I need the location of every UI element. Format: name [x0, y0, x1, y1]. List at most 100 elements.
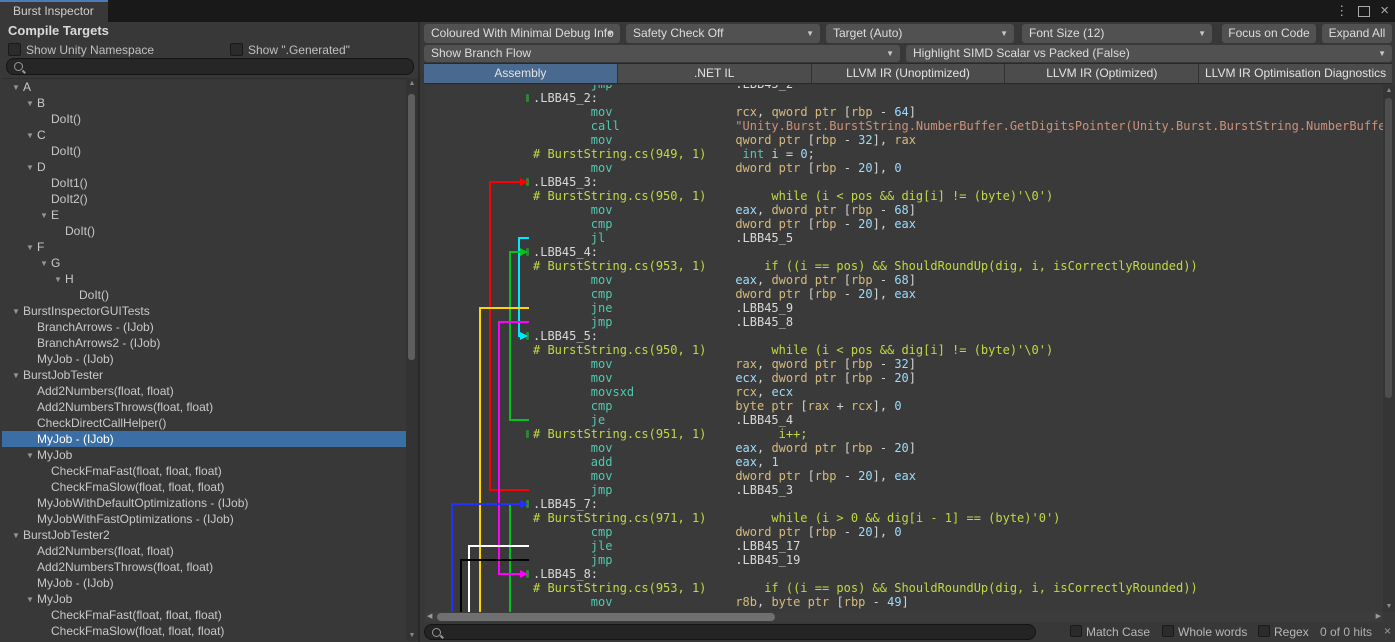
expander-icon[interactable]: ▼ — [54, 272, 65, 288]
tab-llvm-ir-optimisation-diagnostics[interactable]: LLVM IR Optimisation Diagnostics — [1199, 64, 1392, 83]
expander-icon[interactable]: ▼ — [26, 96, 37, 112]
tree-item[interactable]: ▼MyJob — [2, 591, 406, 607]
tree-item[interactable]: ▼BurstJobTester2 — [2, 527, 406, 543]
tree-item[interactable]: ▼MyJob — [2, 447, 406, 463]
tree-item-label: MyJob - (IJob) — [37, 352, 114, 366]
expander-icon[interactable]: ▼ — [26, 128, 37, 144]
tree-item[interactable]: BranchArrows2 - (IJob) — [2, 335, 406, 351]
code-vscrollbar[interactable]: ▲ ▼ — [1383, 85, 1395, 612]
tree-item[interactable]: MyJobWithFastOptimizations - (IJob) — [2, 511, 406, 527]
tree-item[interactable]: Add2NumbersThrows(float, float) — [2, 399, 406, 415]
branch-arrow-head — [520, 332, 528, 340]
code-search-field[interactable] — [424, 624, 1036, 640]
tree-item[interactable]: MyJob - (IJob) — [2, 351, 406, 367]
scroll-down-icon[interactable]: ▼ — [406, 632, 418, 639]
expander-icon[interactable]: ▼ — [26, 592, 37, 608]
tree-scrollbar[interactable]: ▲ ▼ — [406, 78, 418, 641]
expander-icon[interactable]: ▼ — [26, 240, 37, 256]
code-hscrollbar[interactable]: ◀ ▶ — [425, 612, 1383, 622]
tree-item-label: MyJobWithDefaultOptimizations - (IJob) — [37, 496, 248, 510]
expand-all-button[interactable]: Expand All — [1322, 24, 1392, 43]
match-case-checkbox[interactable] — [1070, 625, 1082, 637]
tree-scrollbar-thumb[interactable] — [408, 94, 415, 360]
tree-item[interactable]: DoIt2() — [2, 191, 406, 207]
tree-item[interactable]: CheckFmaSlow(float, float, float) — [2, 623, 406, 639]
expander-icon[interactable]: ▼ — [12, 528, 23, 544]
scroll-left-icon[interactable]: ◀ — [427, 612, 432, 622]
tree-item[interactable]: ▼G — [2, 255, 406, 271]
assembly-code-view[interactable]: jmp .LBB45_2.LBB45_2: mov rcx, qword ptr… — [425, 85, 1383, 612]
debug-info-dropdown[interactable]: Coloured With Minimal Debug Info▼ — [424, 24, 620, 43]
scroll-right-icon[interactable]: ▶ — [1376, 612, 1381, 622]
tab-llvm-ir-optimized-[interactable]: LLVM IR (Optimized) — [1005, 64, 1199, 83]
font-size-dropdown[interactable]: Font Size (12)▼ — [1022, 24, 1212, 43]
tree-item[interactable]: CheckFmaFast(float, float, float) — [2, 607, 406, 623]
show-unity-namespace-checkbox[interactable] — [8, 43, 21, 56]
branch-arrow-segment — [479, 307, 481, 612]
focus-on-code-button[interactable]: Focus on Code — [1222, 24, 1316, 43]
tree-item[interactable]: CheckFmaFast(float, float, float) — [2, 463, 406, 479]
tree-item[interactable]: DoIt() — [2, 223, 406, 239]
tree-item[interactable]: DoIt1() — [2, 175, 406, 191]
targets-search-field[interactable] — [6, 58, 414, 75]
expander-icon[interactable]: ▼ — [26, 160, 37, 176]
branch-arrow-segment — [499, 321, 529, 323]
tree-item[interactable]: ▼C — [2, 127, 406, 143]
tree-item[interactable]: MyJob - (IJob) — [2, 575, 406, 591]
tree-item[interactable]: ▼F — [2, 239, 406, 255]
tree-item[interactable]: ▼B — [2, 95, 406, 111]
scroll-up-icon[interactable]: ▲ — [1383, 87, 1395, 94]
tab--net-il[interactable]: .NET IL — [618, 64, 812, 83]
tree-item[interactable]: BranchArrows - (IJob) — [2, 319, 406, 335]
tree-item[interactable]: CheckFmaSlow(float, float, float) — [2, 479, 406, 495]
expander-icon[interactable]: ▼ — [26, 448, 37, 464]
code-vscrollbar-thumb[interactable] — [1385, 98, 1392, 398]
regex-checkbox[interactable] — [1258, 625, 1270, 637]
expander-icon[interactable]: ▼ — [12, 304, 23, 320]
branch-arrow-segment — [489, 181, 491, 491]
tree-item[interactable]: MyJobWithDefaultOptimizations - (IJob) — [2, 495, 406, 511]
scroll-up-icon[interactable]: ▲ — [406, 80, 418, 87]
tree-item[interactable]: MyJob - (IJob) — [2, 431, 406, 447]
tree-item[interactable]: DoIt() — [2, 143, 406, 159]
branch-arrow-segment — [490, 489, 529, 491]
targets-search-input[interactable] — [29, 59, 392, 75]
expander-icon[interactable]: ▼ — [40, 256, 51, 272]
tree-item-label: CheckFmaFast(float, float, float) — [51, 608, 222, 622]
tab-llvm-ir-unoptimized-[interactable]: LLVM IR (Unoptimized) — [812, 64, 1006, 83]
tree-item[interactable]: CheckDirectCallHelper() — [2, 415, 406, 431]
expander-icon[interactable]: ▼ — [12, 80, 23, 96]
target-dropdown[interactable]: Target (Auto)▼ — [826, 24, 1014, 43]
branch-arrow-segment — [451, 503, 453, 612]
scroll-down-icon[interactable]: ▼ — [1383, 603, 1395, 610]
tree-item[interactable]: ▼H — [2, 271, 406, 287]
tree-item[interactable]: ▼BurstJobTester — [2, 367, 406, 383]
tree-item[interactable]: ▼A — [2, 79, 406, 95]
whole-words-checkbox[interactable] — [1162, 625, 1174, 637]
tree-item-label: CheckFmaSlow(float, float, float) — [51, 624, 224, 638]
tree-item-label: BurstJobTester2 — [23, 528, 110, 542]
tree-item[interactable]: Add2NumbersThrows(float, float) — [2, 559, 406, 575]
simd-highlight-dropdown[interactable]: Highlight SIMD Scalar vs Packed (False)▼ — [906, 45, 1392, 62]
tree-item[interactable]: Add2Numbers(float, float) — [2, 543, 406, 559]
show-generated-checkbox[interactable] — [230, 43, 243, 56]
expander-icon[interactable]: ▼ — [12, 368, 23, 384]
tree-item[interactable]: ▼BurstInspectorGUITests — [2, 303, 406, 319]
expander-icon[interactable]: ▼ — [40, 208, 51, 224]
hit-count: 0 of 0 hits — [1320, 625, 1372, 639]
tree-item[interactable]: DoIt() — [2, 287, 406, 303]
tree-item-label: MyJob - (IJob) — [37, 432, 114, 446]
branch-arrow-segment — [509, 503, 511, 612]
code-search-input[interactable] — [447, 624, 994, 640]
code-hscrollbar-thumb[interactable] — [437, 613, 775, 621]
branch-flow-dropdown[interactable]: Show Branch Flow▼ — [424, 45, 900, 62]
tree-item[interactable]: Add2Numbers(float, float) — [2, 383, 406, 399]
close-search-icon[interactable]: × — [1384, 624, 1391, 638]
tree-item[interactable]: ▼D — [2, 159, 406, 175]
tree-item[interactable]: ▼E — [2, 207, 406, 223]
safety-check-dropdown[interactable]: Safety Check Off▼ — [626, 24, 820, 43]
tab-assembly[interactable]: Assembly — [424, 64, 618, 83]
tree-item-label: B — [37, 96, 45, 110]
window-tab[interactable]: Burst Inspector — [0, 0, 108, 22]
tree-item[interactable]: DoIt() — [2, 111, 406, 127]
